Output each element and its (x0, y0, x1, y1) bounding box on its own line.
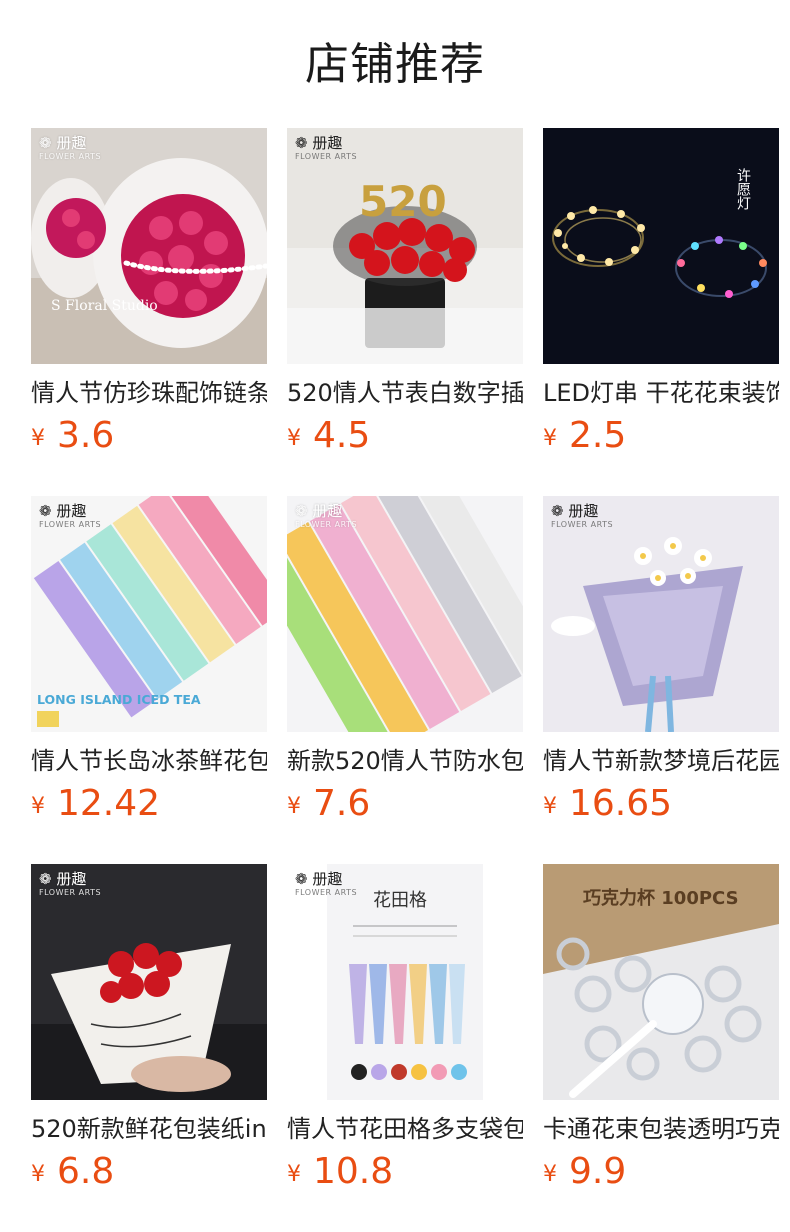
product-title[interactable]: 情人节长岛冰茶鲜花包装纸 (31, 746, 267, 776)
product-price: ¥2.5 (543, 415, 627, 456)
page-title: 店铺推荐 (305, 39, 485, 90)
product-price: ¥4.5 (287, 415, 371, 456)
currency-symbol: ¥ (543, 426, 557, 451)
brand-logo: ❁ 册趣 FLOWER ARTS (551, 502, 614, 529)
product-image[interactable]: 520 ❁ 册趣 FLOWER ARTS (287, 128, 523, 364)
brand-logo: ❁ 册趣 FLOWER ARTS (39, 870, 102, 897)
currency-symbol: ¥ (31, 426, 45, 451)
product-title[interactable]: 卡通花束包装透明巧克力杯 (543, 1114, 779, 1144)
flower-icon: ❁ (39, 502, 52, 520)
product-price: ¥6.8 (31, 1151, 115, 1192)
flower-icon: ❁ (295, 870, 308, 888)
product-price: ¥7.6 (287, 783, 371, 824)
brand-logo: ❁ 册趣 FLOWER ARTS (39, 502, 102, 529)
product-title[interactable]: 情人节仿珍珠配饰链条 (31, 378, 267, 408)
product-title[interactable]: 情人节新款梦境后花园包装纸 (543, 746, 779, 776)
currency-symbol: ¥ (543, 794, 557, 819)
product-price: ¥3.6 (31, 415, 115, 456)
currency-symbol: ¥ (31, 794, 45, 819)
product-card[interactable]: 520 ❁ 册趣 FLOWER ARTS 520情人节表白数字插件 ¥4.5 (287, 128, 523, 496)
product-image[interactable]: ❁ 册趣 FLOWER ARTS (287, 496, 523, 732)
flower-icon: ❁ (295, 134, 308, 152)
product-title[interactable]: LED灯串 干花花束装饰 (543, 378, 779, 408)
currency-symbol: ¥ (287, 794, 301, 819)
currency-symbol: ¥ (31, 1162, 45, 1187)
flower-icon: ❁ (39, 870, 52, 888)
overlay-text: 花田格 (373, 890, 427, 911)
product-card[interactable]: ❁ 册趣 FLOWER ARTS 新款520情人节防水包装纸 ¥7.6 (287, 496, 523, 864)
product-title[interactable]: 520情人节表白数字插件 (287, 378, 523, 408)
product-card[interactable]: LONG ISLAND ICED TEA ❁ 册趣 FLOWER ARTS 情人… (31, 496, 267, 864)
product-title[interactable]: 新款520情人节防水包装纸 (287, 746, 523, 776)
overlay-text: S Floral Studio (51, 298, 158, 314)
product-grid: S Floral Studio ❁ 册趣 FLOWER ARTS 情人节仿珍珠配… (31, 128, 779, 1232)
product-image[interactable]: ❁ 册趣 FLOWER ARTS (543, 496, 779, 732)
overlay-text: 许愿灯 (735, 168, 751, 211)
overlay-text: 巧克力杯 100PCS (583, 887, 739, 909)
product-image[interactable]: ❁ 册趣 FLOWER ARTS (31, 864, 267, 1100)
product-image[interactable]: S Floral Studio ❁ 册趣 FLOWER ARTS (31, 128, 267, 364)
product-card[interactable]: 花田格 ❁ 册趣 FLOWER ARTS 情人节花田格多支袋包 ¥ 10.8 (287, 864, 523, 1232)
product-card[interactable]: 许愿灯 LED灯串 干花花束装饰 ¥2.5 (543, 128, 779, 496)
product-price: ¥16.65 (543, 783, 673, 824)
brand-logo: ❁ 册趣 FLOWER ARTS (295, 870, 358, 897)
flower-icon: ❁ (551, 502, 564, 520)
overlay-text: 520 (359, 177, 447, 226)
currency-symbol: ¥ (287, 1162, 301, 1187)
overlay-text: LONG ISLAND ICED TEA (37, 692, 201, 707)
product-card[interactable]: ❁ 册趣 FLOWER ARTS 520新款鲜花包装纸ins ¥6.8 (31, 864, 267, 1232)
product-price: ¥12.42 (31, 783, 161, 824)
product-image[interactable]: 许愿灯 (543, 128, 779, 364)
brand-logo: ❁ 册趣 FLOWER ARTS (295, 134, 358, 161)
product-price: ¥10.8 (287, 1151, 394, 1192)
flower-icon: ❁ (295, 502, 308, 520)
product-title[interactable]: 情人节花田格多支袋包装 (287, 1114, 523, 1144)
brand-logo: ❁ 册趣 FLOWER ARTS (39, 134, 102, 161)
product-image[interactable]: 花田格 ❁ 册趣 FLOWER ARTS (287, 864, 523, 1100)
product-card[interactable]: 巧克力杯 100PCS 卡通花束包装透明巧克力杯 ¥9.9 (543, 864, 779, 1232)
product-card[interactable]: ❁ 册趣 FLOWER ARTS 情人节新款梦境后花园包装纸 ¥16.65 (543, 496, 779, 864)
brand-logo: ❁ 册趣 FLOWER ARTS (295, 502, 358, 529)
product-card[interactable]: S Floral Studio ❁ 册趣 FLOWER ARTS 情人节仿珍珠配… (31, 128, 267, 496)
product-image[interactable]: LONG ISLAND ICED TEA ❁ 册趣 FLOWER ARTS (31, 496, 267, 732)
currency-symbol: ¥ (543, 1162, 557, 1187)
product-title[interactable]: 520新款鲜花包装纸ins (31, 1114, 267, 1144)
product-image[interactable]: 巧克力杯 100PCS (543, 864, 779, 1100)
currency-symbol: ¥ (287, 426, 301, 451)
product-price: ¥9.9 (543, 1151, 627, 1192)
flower-icon: ❁ (39, 134, 52, 152)
